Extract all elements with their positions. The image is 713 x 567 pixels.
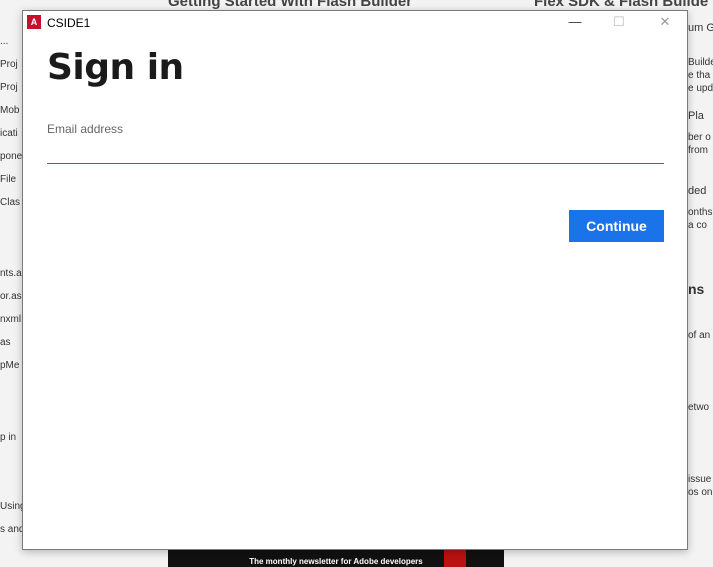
banner-text: The monthly newsletter for Adobe develop…: [249, 557, 423, 566]
continue-button[interactable]: Continue: [569, 210, 664, 242]
title-bar[interactable]: A CSIDE1 — ☐ ✕: [23, 11, 687, 34]
bg-left-item: or.as: [0, 291, 22, 302]
newsletter-banner: The monthly newsletter for Adobe develop…: [168, 548, 504, 567]
bg-right-item: ber o: [688, 132, 711, 143]
bg-right-item: issue: [688, 474, 712, 485]
bg-left-item: pMe: [0, 360, 20, 371]
maximize-button[interactable]: ☐: [597, 11, 641, 34]
bg-left-item: nxml: [0, 314, 22, 325]
bg-left-item: pone: [0, 151, 23, 162]
bg-left-item: s and: [0, 524, 25, 535]
adobe-icon: A: [27, 15, 41, 29]
bg-left-item: p in: [0, 432, 17, 443]
close-button[interactable]: ✕: [643, 11, 687, 34]
bg-left-item: as: [0, 337, 11, 348]
bg-heading-getting-started: Getting Started With Flash Builder: [168, 0, 413, 10]
bg-left-item: Proj: [0, 82, 18, 93]
bg-right-item: e tha: [688, 70, 711, 81]
bg-right-item: etwo: [688, 402, 710, 413]
bg-right-item: um G: [688, 22, 713, 34]
bg-right-item: ded: [688, 185, 707, 197]
email-label: Email address: [47, 122, 124, 136]
bg-left-item: nts.a: [0, 268, 22, 279]
bg-right-item: from: [688, 145, 708, 156]
bg-heading-flex-sdk: Flex SDK & Flash Builde: [534, 0, 709, 10]
banner-logo: [444, 548, 466, 567]
bg-right-item: Builde: [688, 57, 713, 68]
bg-left-item: Clas: [0, 197, 21, 208]
bg-right-panel: um G Builde e tha e upd Pla ber o from d…: [688, 0, 713, 567]
bg-right-item: Pla: [688, 110, 704, 122]
bg-left-item: Proj: [0, 59, 18, 70]
bg-left-item: icati: [0, 128, 18, 139]
bg-left-item: File: [0, 174, 17, 185]
bg-right-item: os on: [688, 487, 713, 498]
sign-in-dialog: A CSIDE1 — ☐ ✕ Sign in Email address Con…: [22, 10, 688, 550]
bg-right-item: of an: [688, 330, 711, 341]
page-title: Sign in: [47, 47, 184, 88]
bg-right-item: a co: [688, 220, 707, 231]
bg-right-item: onths: [688, 207, 713, 218]
bg-right-item: ns: [688, 281, 705, 297]
minimize-button[interactable]: —: [553, 11, 597, 34]
bg-right-item: e upd: [688, 83, 713, 94]
window-title: CSIDE1: [47, 16, 91, 30]
email-field[interactable]: [47, 141, 664, 164]
bg-left-item: ...: [0, 36, 9, 47]
bg-left-item: Mob: [0, 105, 20, 116]
